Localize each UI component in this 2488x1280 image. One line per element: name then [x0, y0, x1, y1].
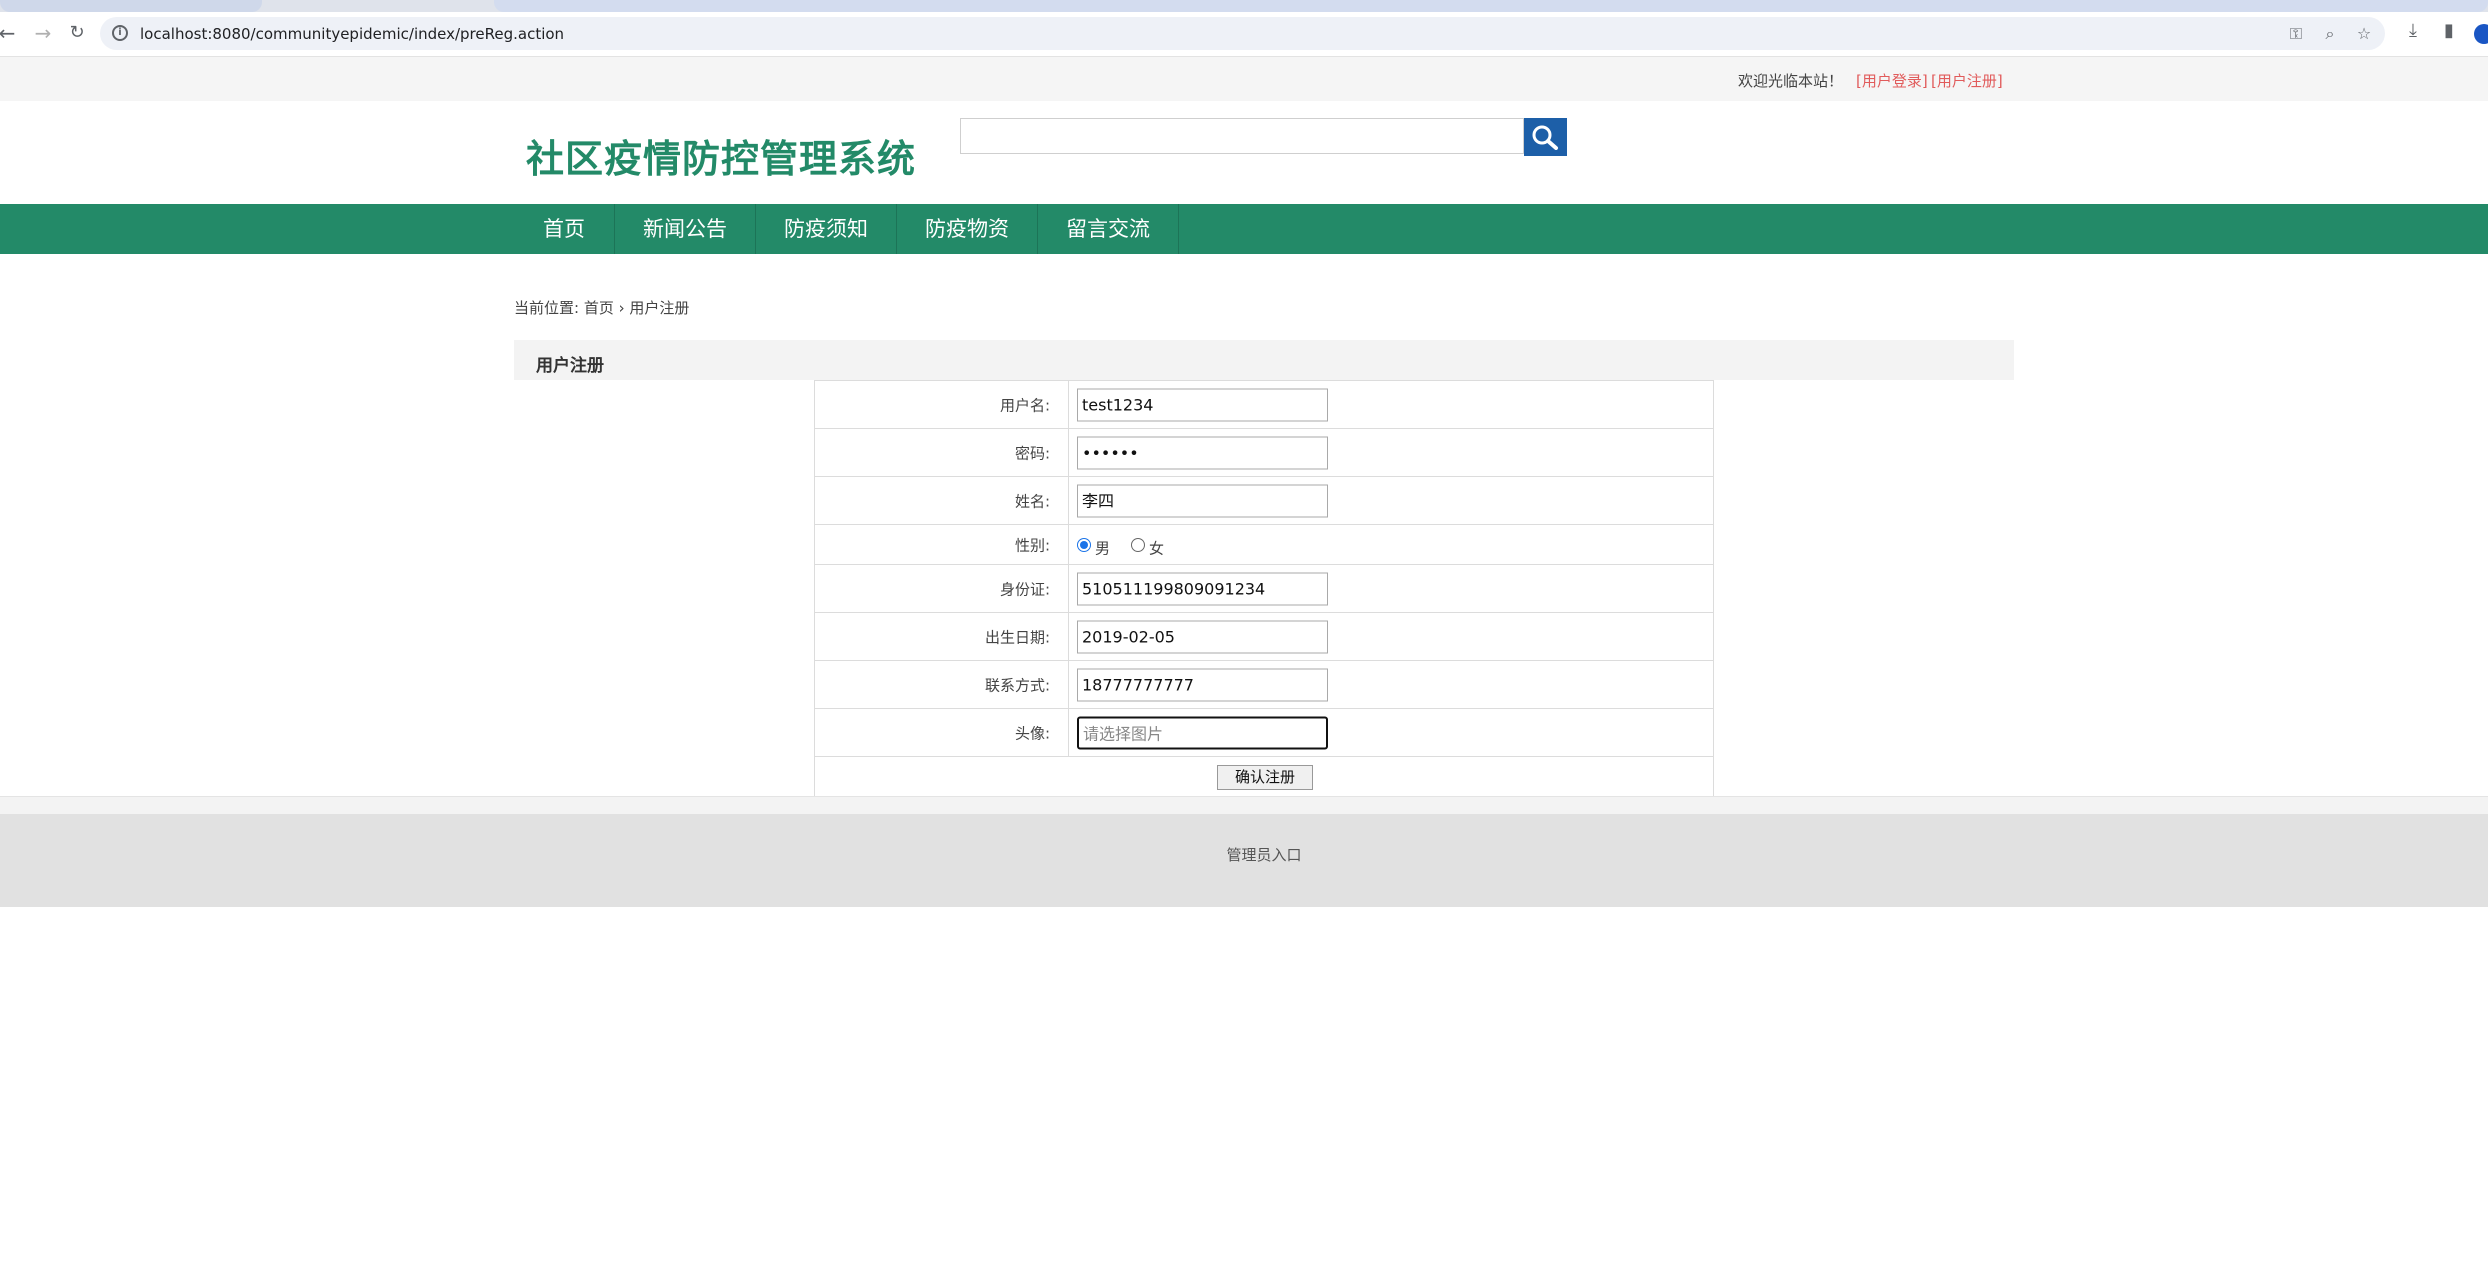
breadcrumb-separator: › — [618, 299, 625, 317]
nav-item-notice[interactable]: 防疫须知 — [756, 204, 897, 254]
back-icon[interactable]: ← — [0, 22, 18, 44]
username-label: 用户名: — [999, 396, 1050, 414]
zoom-icon[interactable]: ⌕ — [2320, 24, 2340, 44]
phone-input[interactable]: 18777777777 — [1077, 668, 1328, 701]
avatar-label: 头像: — [1014, 724, 1050, 742]
nav-item-supplies[interactable]: 防疫物资 — [897, 204, 1038, 254]
browser-toolbar: ← → ↻ i localhost:8080/communityepidemic… — [0, 12, 2488, 57]
phone-label: 联系方式: — [984, 676, 1050, 694]
nav-item-home[interactable]: 首页 — [514, 204, 615, 254]
avatar-input[interactable]: 请选择图片 — [1077, 716, 1328, 749]
breadcrumb-prefix: 当前位置: — [514, 299, 580, 317]
password-key-icon[interactable]: ⚿ — [2286, 24, 2306, 44]
gender-male-radio[interactable] — [1077, 537, 1091, 552]
breadcrumb: 当前位置: 首页 › 用户注册 — [514, 297, 689, 318]
reload-icon[interactable]: ↻ — [66, 22, 88, 44]
profile-avatar-icon[interactable] — [2474, 24, 2488, 44]
browser-tab[interactable] — [0, 0, 262, 12]
side-panel-icon[interactable]: ▮ — [2438, 20, 2460, 42]
password-input[interactable]: •••••• — [1077, 436, 1328, 469]
gender-female-label[interactable]: 女 — [1149, 537, 1164, 558]
breadcrumb-home[interactable]: 首页 — [584, 299, 614, 317]
footer-divider — [0, 796, 2488, 815]
search-button[interactable] — [1524, 118, 1567, 156]
download-icon[interactable]: ⤓ — [2402, 20, 2424, 42]
section-title: 用户注册 — [536, 356, 604, 376]
user-login-link[interactable]: [用户登录] — [1856, 70, 1928, 91]
register-form: 用户名: test1234 密码: •••••• 姓名: 李四 性别: 男 女 … — [814, 380, 1714, 797]
form-row-phone: 联系方式: 18777777777 — [815, 661, 1713, 709]
nav-item-messages[interactable]: 留言交流 — [1038, 204, 1179, 254]
address-url[interactable]: localhost:8080/communityepidemic/index/p… — [140, 25, 564, 43]
idcard-label: 身份证: — [999, 580, 1050, 598]
forward-icon[interactable]: → — [32, 22, 54, 44]
confirm-register-button[interactable]: 确认注册 — [1217, 765, 1313, 790]
form-row-idcard: 身份证: 510511199809091234 — [815, 565, 1713, 613]
site-title[interactable]: 社区疫情防控管理系统 — [526, 128, 916, 183]
form-row-birthdate: 出生日期: 2019-02-05 — [815, 613, 1713, 661]
form-row-gender: 性别: 男 女 — [815, 525, 1713, 565]
username-input[interactable]: test1234 — [1077, 388, 1328, 421]
browser-tabstrip — [0, 0, 2488, 12]
name-input[interactable]: 李四 — [1077, 484, 1328, 517]
idcard-input[interactable]: 510511199809091234 — [1077, 572, 1328, 605]
nav-item-news[interactable]: 新闻公告 — [615, 204, 756, 254]
form-row-name: 姓名: 李四 — [815, 477, 1713, 525]
search-icon — [1532, 125, 1558, 150]
welcome-text: 欢迎光临本站！ — [1738, 72, 1844, 90]
gender-female-radio[interactable] — [1131, 537, 1145, 552]
user-register-link[interactable]: [用户注册] — [1931, 70, 2003, 91]
name-label: 姓名: — [1014, 492, 1050, 510]
form-row-username: 用户名: test1234 — [815, 381, 1713, 429]
form-row-submit: 确认注册 — [815, 757, 1713, 796]
address-bar[interactable]: i localhost:8080/communityepidemic/index… — [100, 17, 2385, 50]
site-topbar: 欢迎光临本站！ [用户登录] [用户注册] — [0, 57, 2488, 101]
birthdate-input[interactable]: 2019-02-05 — [1077, 620, 1328, 653]
site-footer: 管理员入口 — [0, 814, 2488, 907]
browser-tab[interactable] — [494, 0, 2488, 12]
gender-male-label[interactable]: 男 — [1095, 537, 1110, 558]
form-row-avatar: 头像: 请选择图片 — [815, 709, 1713, 757]
birthdate-label: 出生日期: — [984, 628, 1050, 646]
section-header: 用户注册 — [514, 340, 2014, 380]
form-row-password: 密码: •••••• — [815, 429, 1713, 477]
search-input[interactable] — [960, 118, 1524, 154]
password-label: 密码: — [1014, 444, 1050, 462]
gender-label: 性别: — [1014, 536, 1050, 554]
site-info-icon[interactable]: i — [112, 25, 128, 41]
admin-entry-link[interactable]: 管理员入口 — [0, 844, 2488, 865]
bookmark-star-icon[interactable]: ☆ — [2354, 24, 2374, 44]
breadcrumb-current: 用户注册 — [629, 299, 690, 317]
main-nav: 首页 新闻公告 防疫须知 防疫物资 留言交流 — [0, 204, 2488, 254]
